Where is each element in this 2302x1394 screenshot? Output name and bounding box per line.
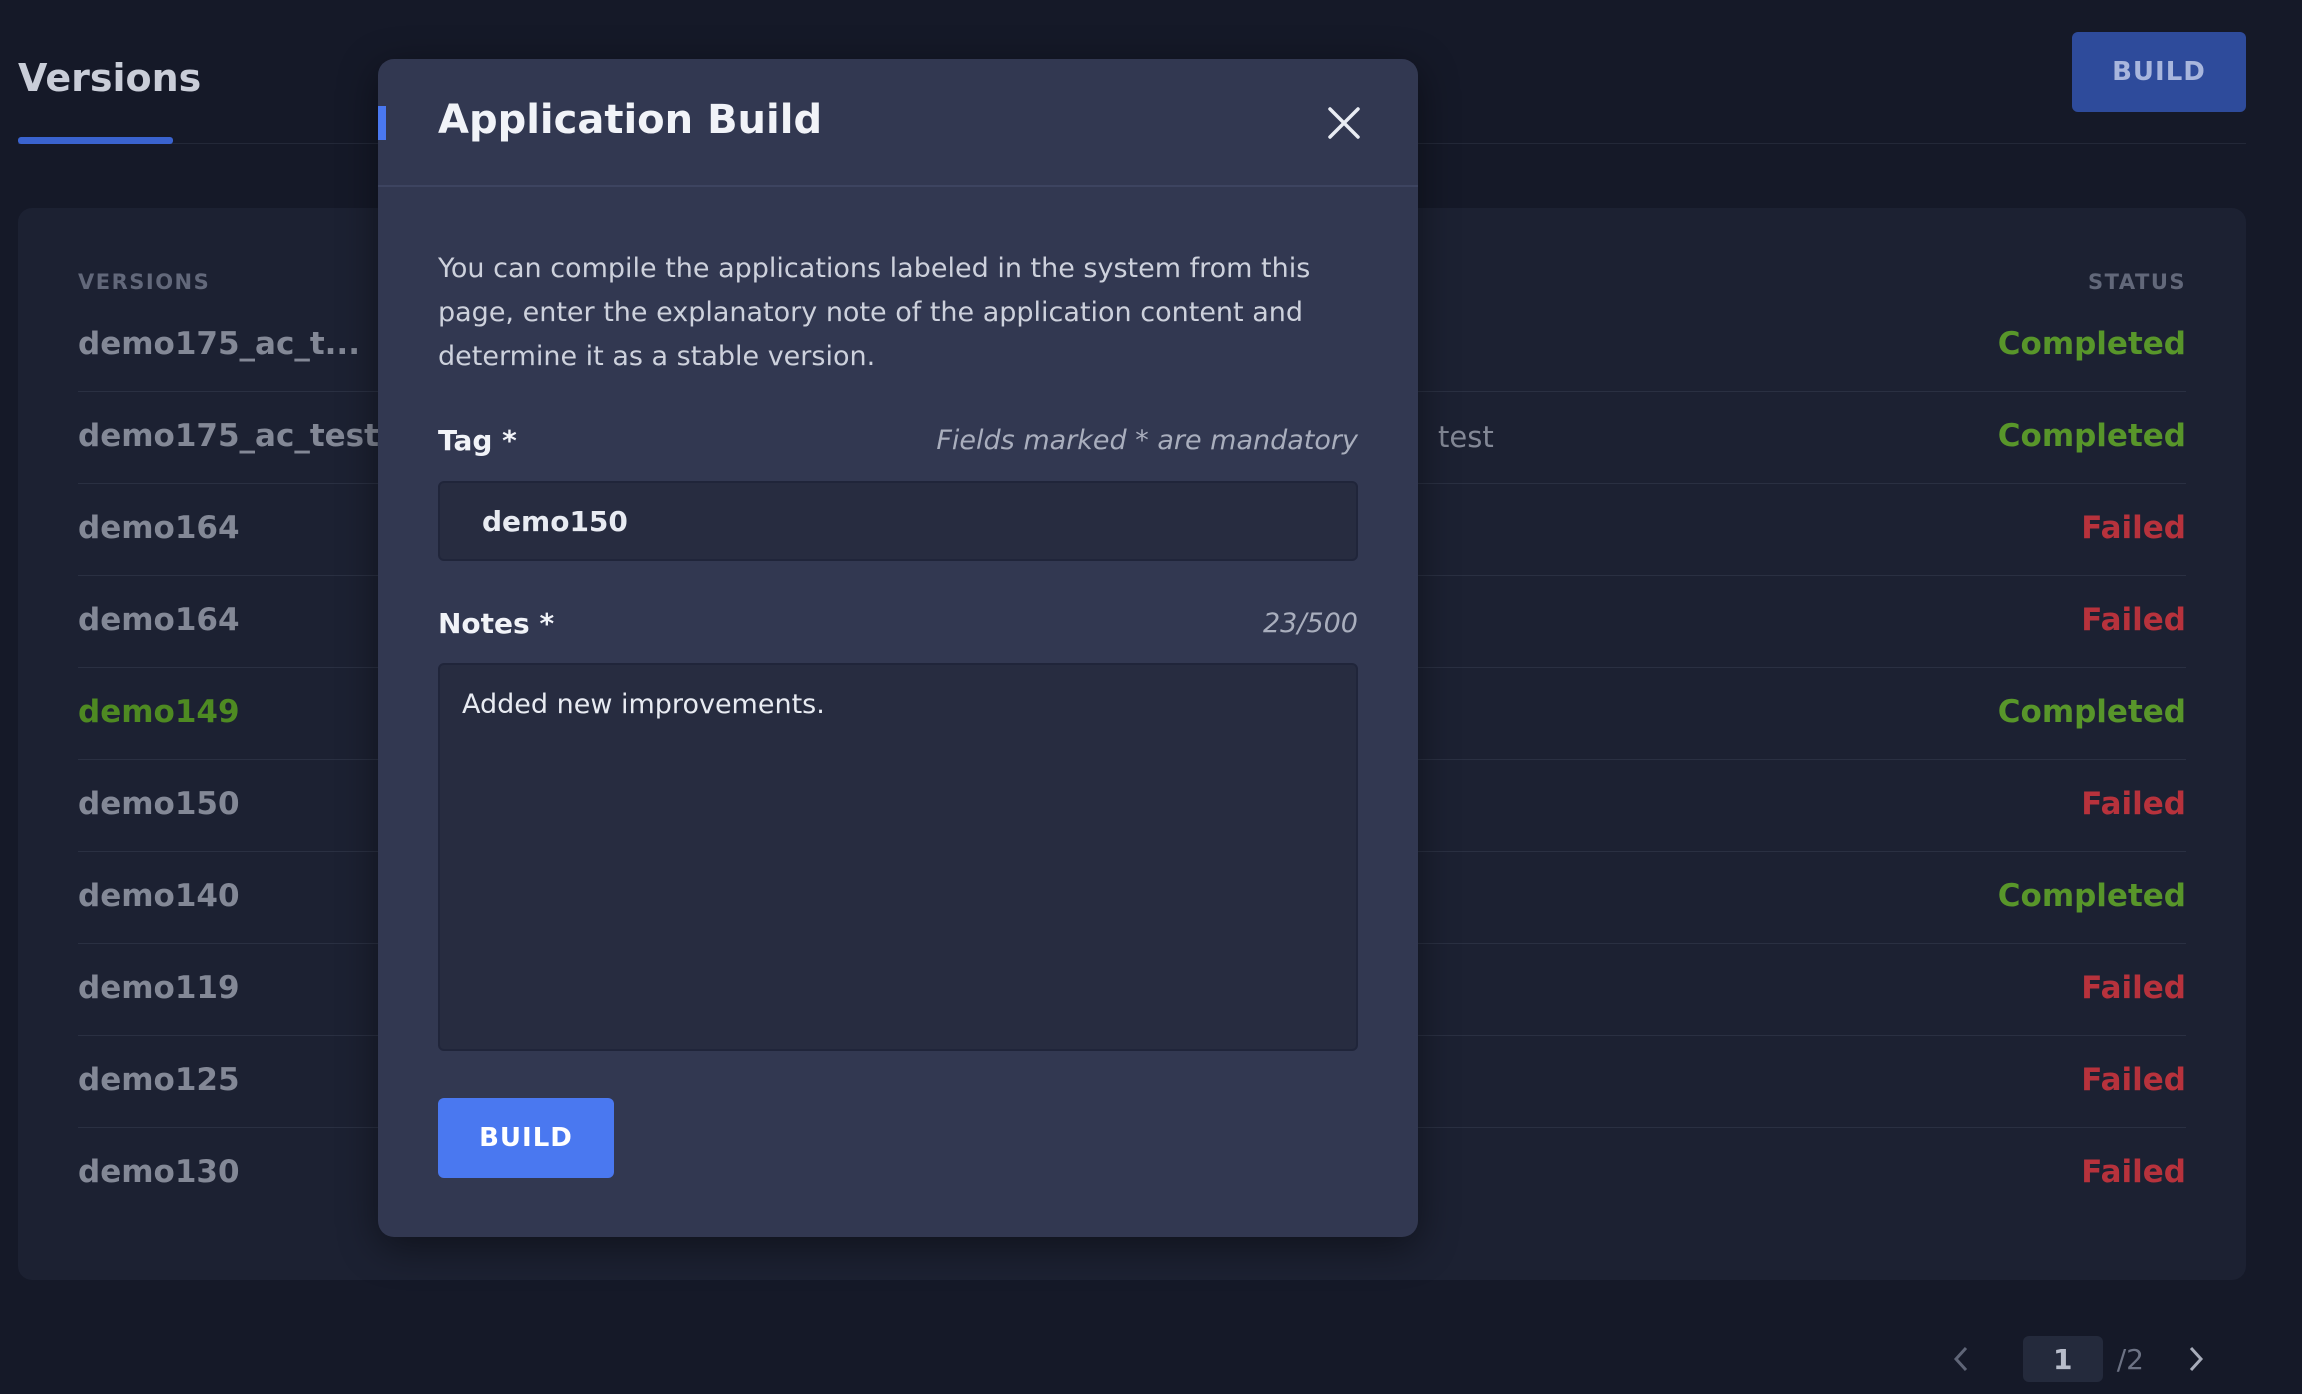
notes-label: Notes * — [438, 607, 555, 640]
modal-header: Application Build — [378, 59, 1418, 187]
tag-input[interactable] — [438, 481, 1358, 561]
notes-textarea[interactable]: Added new improvements. — [438, 663, 1358, 1051]
modal-build-button[interactable]: BUILD — [438, 1098, 614, 1178]
row-version: demo140 — [78, 878, 240, 914]
status-badge: Failed — [2081, 786, 2186, 822]
status-badge: Failed — [2081, 602, 2186, 638]
status-badge: Completed — [1997, 326, 2186, 362]
pagination: 1 /2 — [1941, 1336, 2216, 1382]
page-current[interactable]: 1 — [2022, 1336, 2103, 1382]
column-header-status: STATUS — [2088, 270, 2186, 294]
status-badge: Completed — [1997, 694, 2186, 730]
modal-title: Application Build — [438, 97, 823, 143]
status-badge: Failed — [2081, 1062, 2186, 1098]
status-badge: Failed — [2081, 510, 2186, 546]
modal-description: You can compile the applications labeled… — [438, 253, 1311, 372]
row-version: demo175_ac_test — [78, 418, 379, 454]
row-version: demo164 — [78, 602, 240, 638]
notes-character-count: 23/500 — [1263, 608, 1358, 639]
page-title: Versions — [18, 56, 202, 100]
modal-accent-bar — [378, 106, 386, 140]
chevron-left-icon[interactable] — [1941, 1336, 1981, 1382]
status-badge: Failed — [2081, 970, 2186, 1006]
status-badge: Completed — [1997, 878, 2186, 914]
page-title-underline — [18, 137, 173, 144]
chevron-right-icon[interactable] — [2176, 1336, 2216, 1382]
status-badge: Failed — [2081, 1154, 2186, 1190]
mandatory-hint: Fields marked * are mandatory — [936, 425, 1358, 456]
row-version: demo130 — [78, 1154, 240, 1190]
status-badge: Completed — [1997, 418, 2186, 454]
row-version: demo119 — [78, 970, 240, 1006]
row-version: demo125 — [78, 1062, 240, 1098]
tag-label: Tag * — [438, 424, 517, 457]
page-total: /2 — [2116, 1342, 2144, 1376]
row-version: demo164 — [78, 510, 240, 546]
row-detail: test — [1438, 420, 1494, 454]
row-version: demo150 — [78, 786, 240, 822]
row-version: demo175_ac_t... — [78, 326, 360, 362]
close-icon[interactable] — [1324, 103, 1364, 143]
row-version: demo149 — [78, 694, 240, 730]
column-header-versions: VERSIONS — [78, 270, 211, 294]
header-build-button[interactable]: BUILD — [2072, 32, 2246, 112]
application-build-modal: Application Build You can compile the ap… — [378, 59, 1418, 1237]
